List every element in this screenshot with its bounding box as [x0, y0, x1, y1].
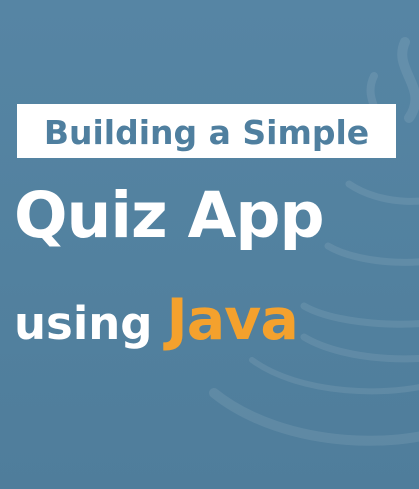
cover-image: Building a Simple Quiz App using Java — [0, 0, 419, 489]
subline-highlight: Java — [166, 287, 299, 353]
title-banner: Building a Simple — [17, 104, 396, 158]
subline-prefix: using — [14, 297, 153, 350]
headline: Quiz App — [14, 179, 325, 252]
banner-title: Building a Simple — [43, 112, 370, 152]
subline: using Java — [14, 292, 299, 350]
